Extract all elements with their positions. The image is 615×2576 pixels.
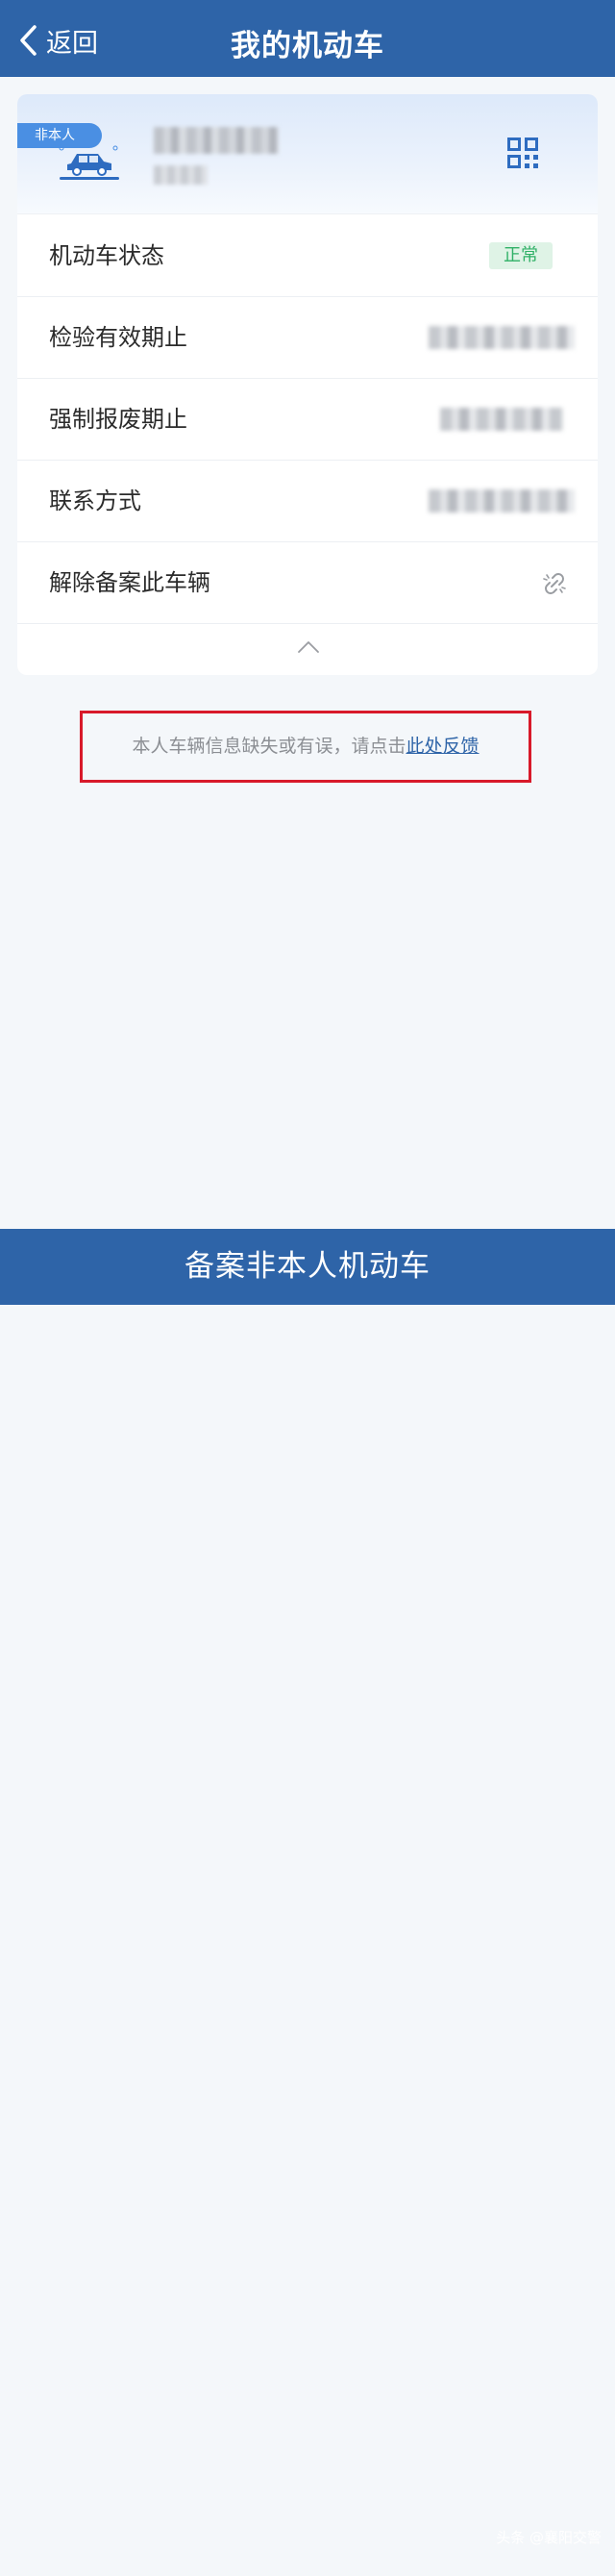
row-label: 检验有效期止 [49,324,187,351]
watermark: 头条 @襄阳交警 [496,2529,602,2546]
collapse-button[interactable] [17,623,598,675]
car-icon [59,145,119,180]
row-contact: 联系方式 [17,461,598,542]
row-inspection-expiry: 检验有效期止 [17,297,598,379]
feedback-link[interactable]: 此处反馈 [406,736,480,757]
scrap-date-redacted [440,408,563,431]
register-non-owner-vehicle-button[interactable]: 备案非本人机动车 头条 @襄阳交警 [0,1229,615,2546]
contact-redacted [429,489,575,513]
vehicle-card: 非本人 机动车状态 正常 检验有效期止 强制报废期止 联系方式 解除备案此车辆 [17,94,598,675]
row-scrap-expiry: 强制报废期止 [17,379,598,461]
row-label: 机动车状态 [49,242,164,269]
feedback-notice: 本人车辆信息缺失或有误，请点击此处反馈 [80,711,531,783]
feedback-text: 本人车辆信息缺失或有误，请点击 [132,736,406,757]
row-unbind-vehicle[interactable]: 解除备案此车辆 [17,542,598,624]
row-vehicle-status: 机动车状态 正常 [17,215,598,297]
vehicle-card-header: 非本人 [17,94,598,214]
row-label: 联系方式 [49,488,141,514]
register-button-label: 备案非本人机动车 [184,1249,430,1284]
row-label: 强制报废期止 [49,406,187,433]
vehicle-type-redacted [154,165,208,185]
plate-number-redacted [154,127,279,154]
top-bar: 返回 我的机动车 [0,0,615,77]
inspection-date-redacted [429,326,575,349]
row-label: 解除备案此车辆 [49,569,210,596]
unlink-icon[interactable] [540,569,569,598]
page-title: 我的机动车 [231,29,384,63]
qr-code-icon[interactable] [507,138,538,168]
status-badge: 正常 [489,242,553,269]
chevron-up-icon [298,641,319,653]
